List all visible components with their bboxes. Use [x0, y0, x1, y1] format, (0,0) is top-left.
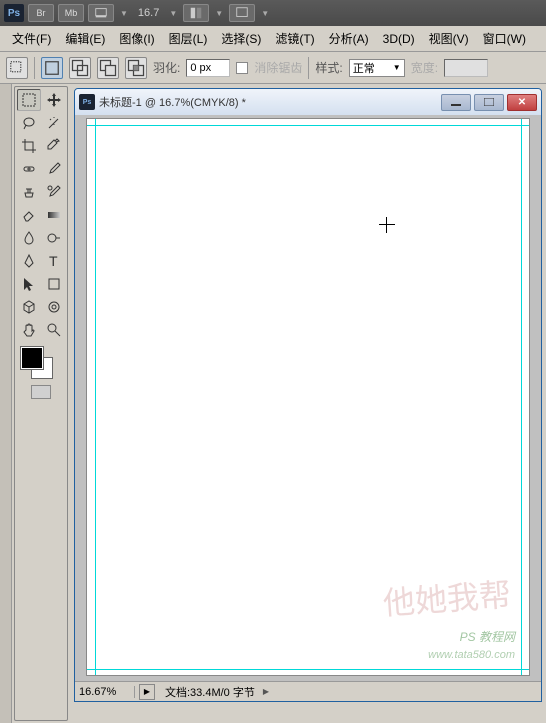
- brush-tool[interactable]: [42, 158, 66, 180]
- menu-edit[interactable]: 编辑(E): [59, 27, 111, 50]
- type-tool[interactable]: T: [42, 250, 66, 272]
- feather-label: 羽化:: [153, 59, 180, 76]
- crop-tool[interactable]: [17, 135, 41, 157]
- menu-analysis[interactable]: 分析(A): [323, 27, 375, 50]
- status-nav-button[interactable]: ▶: [139, 684, 155, 700]
- gradient-tool[interactable]: [42, 204, 66, 226]
- document-info[interactable]: 文档:33.4M/0 字节: [159, 684, 261, 700]
- bridge-button[interactable]: Br: [28, 4, 54, 22]
- antialias-checkbox: [236, 62, 248, 74]
- tool-preset-button[interactable]: [6, 57, 28, 79]
- view-extras-button[interactable]: [88, 4, 114, 22]
- path-selection-tool[interactable]: [17, 273, 41, 295]
- main-area: T Ps 未标题-1 @ 16.7%(CMYK/8) * ✕: [0, 84, 546, 723]
- magic-wand-tool[interactable]: [42, 112, 66, 134]
- screen-mode-button[interactable]: [229, 4, 255, 22]
- options-bar: 羽化: 消除锯齿 样式: 正常▼ 宽度:: [0, 52, 546, 84]
- svg-text:T: T: [49, 253, 58, 269]
- width-input: [444, 59, 488, 77]
- menu-image[interactable]: 图像(I): [113, 27, 160, 50]
- dropdown-arrow-icon[interactable]: ▼: [167, 9, 179, 18]
- history-brush-tool[interactable]: [42, 181, 66, 203]
- dropdown-arrow-icon[interactable]: ▼: [259, 9, 271, 18]
- document-title: 未标题-1 @ 16.7%(CMYK/8) *: [99, 94, 441, 110]
- selection-new-button[interactable]: [41, 57, 63, 79]
- menu-bar: 文件(F) 编辑(E) 图像(I) 图层(L) 选择(S) 滤镜(T) 分析(A…: [0, 26, 546, 52]
- lasso-tool[interactable]: [17, 112, 41, 134]
- 3d-tool[interactable]: [17, 296, 41, 318]
- photoshop-logo: Ps: [4, 4, 24, 22]
- move-tool[interactable]: [42, 89, 66, 111]
- guide-vertical[interactable]: [95, 119, 96, 675]
- menu-window[interactable]: 窗口(W): [477, 27, 532, 50]
- separator: [34, 57, 35, 79]
- panel-tab-strip[interactable]: [0, 84, 12, 723]
- hand-tool[interactable]: [17, 319, 41, 341]
- width-label: 宽度:: [411, 59, 438, 76]
- dodge-tool[interactable]: [42, 227, 66, 249]
- crosshair-cursor: [379, 217, 395, 233]
- 3d-camera-tool[interactable]: [42, 296, 66, 318]
- separator: [308, 57, 309, 79]
- document-titlebar[interactable]: Ps 未标题-1 @ 16.7%(CMYK/8) * ✕: [75, 89, 541, 115]
- antialias-label: 消除锯齿: [254, 59, 302, 76]
- document-body: 他她我帮 PS 教程网 www.tata580.com: [75, 115, 541, 681]
- zoom-tool[interactable]: [42, 319, 66, 341]
- shape-tool[interactable]: [42, 273, 66, 295]
- document-statusbar: 16.67% ▶ 文档:33.4M/0 字节 ▶: [75, 681, 541, 701]
- dropdown-arrow-icon[interactable]: ▼: [213, 9, 225, 18]
- document-icon: Ps: [79, 94, 95, 110]
- clone-stamp-tool[interactable]: [17, 181, 41, 203]
- minibridge-button[interactable]: Mb: [58, 4, 84, 22]
- zoom-field[interactable]: 16.67%: [75, 686, 135, 698]
- selection-subtract-button[interactable]: [97, 57, 119, 79]
- watermark-url: www.tata580.com: [428, 649, 515, 661]
- watermark-text: PS 教程网: [460, 628, 515, 645]
- menu-filter[interactable]: 滤镜(T): [269, 27, 320, 50]
- close-button[interactable]: ✕: [507, 94, 537, 111]
- menu-3d[interactable]: 3D(D): [377, 29, 421, 49]
- document-area: Ps 未标题-1 @ 16.7%(CMYK/8) * ✕ 他她我帮 PS 教程网: [70, 84, 546, 723]
- app-bar: Ps Br Mb ▼ 16.7 ▼ ▼ ▼: [0, 0, 546, 26]
- dropdown-arrow-icon[interactable]: ▼: [118, 9, 130, 18]
- document-window: Ps 未标题-1 @ 16.7%(CMYK/8) * ✕ 他她我帮 PS 教程网: [74, 88, 542, 702]
- style-select[interactable]: 正常▼: [349, 59, 405, 77]
- menu-file[interactable]: 文件(F): [6, 27, 57, 50]
- style-label: 样式:: [315, 59, 342, 76]
- selection-intersect-button[interactable]: [125, 57, 147, 79]
- foreground-color[interactable]: [21, 347, 43, 369]
- quick-mask-toggle: [17, 385, 65, 399]
- guide-horizontal[interactable]: [87, 125, 529, 126]
- menu-view[interactable]: 视图(V): [423, 27, 475, 50]
- pen-tool[interactable]: [17, 250, 41, 272]
- arrange-documents-button[interactable]: [183, 4, 209, 22]
- tools-panel: T: [14, 86, 68, 721]
- standard-mode-button[interactable]: [31, 385, 51, 399]
- watermark-text: 他她我帮: [382, 579, 512, 620]
- selection-add-button[interactable]: [69, 57, 91, 79]
- eyedropper-tool[interactable]: [42, 135, 66, 157]
- menu-select[interactable]: 选择(S): [215, 27, 267, 50]
- eraser-tool[interactable]: [17, 204, 41, 226]
- minimize-button[interactable]: [441, 94, 471, 111]
- zoom-level-display[interactable]: 16.7: [134, 7, 163, 19]
- status-menu-arrow[interactable]: ▶: [263, 687, 269, 696]
- guide-vertical[interactable]: [521, 119, 522, 675]
- color-swatches: [17, 345, 65, 383]
- canvas[interactable]: 他她我帮 PS 教程网 www.tata580.com: [87, 119, 529, 675]
- menu-layer[interactable]: 图层(L): [163, 27, 214, 50]
- healing-brush-tool[interactable]: [17, 158, 41, 180]
- guide-horizontal[interactable]: [87, 669, 529, 670]
- maximize-button[interactable]: [474, 94, 504, 111]
- marquee-tool[interactable]: [17, 89, 41, 111]
- feather-input[interactable]: [186, 59, 230, 77]
- blur-tool[interactable]: [17, 227, 41, 249]
